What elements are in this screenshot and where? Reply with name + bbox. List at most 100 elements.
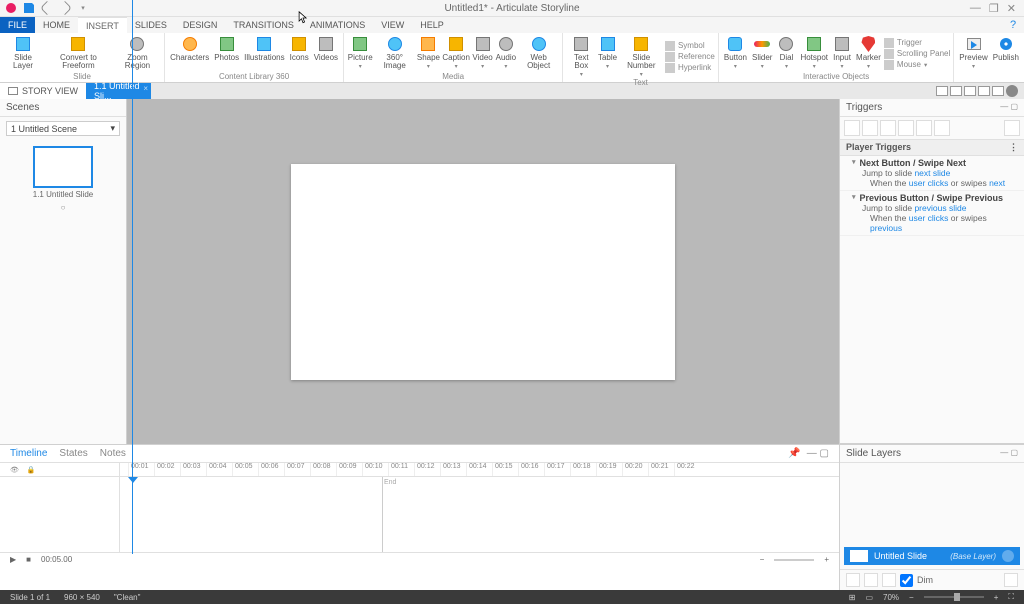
button-button[interactable]: Button▾ xyxy=(722,35,749,72)
text-box-button[interactable]: Text Box▾ xyxy=(566,35,596,78)
redo-button[interactable] xyxy=(58,1,72,15)
slide-layer-button[interactable]: Slide Layer xyxy=(3,35,43,72)
slide-number-button[interactable]: Slide Number▾ xyxy=(619,35,664,78)
save-button[interactable] xyxy=(22,1,36,15)
trg-down[interactable] xyxy=(916,120,932,136)
menu-help[interactable]: HELP xyxy=(412,17,452,33)
photos-button[interactable]: Photos xyxy=(212,35,241,72)
maximize-button[interactable]: ❐ xyxy=(989,2,999,15)
view-2[interactable] xyxy=(950,86,962,96)
sb-icon1[interactable]: ⊞ xyxy=(849,593,856,602)
menu-design[interactable]: DESIGN xyxy=(175,17,226,33)
symbol-button[interactable]: Symbol xyxy=(665,41,715,51)
trg-new[interactable] xyxy=(844,120,860,136)
tl-zoom-in[interactable]: + xyxy=(824,555,829,564)
trigger-prev[interactable]: Previous Button / Swipe Previous Jump to… xyxy=(840,191,1024,236)
layer-dup[interactable] xyxy=(864,573,878,587)
stop-button[interactable]: ■ xyxy=(26,555,31,564)
layer-gear-icon[interactable] xyxy=(1002,550,1014,562)
end-marker[interactable] xyxy=(382,477,383,552)
play-button[interactable]: ▶ xyxy=(10,555,16,564)
audio-button[interactable]: Audio▾ xyxy=(495,35,517,72)
zoom-slider[interactable] xyxy=(924,596,984,598)
layer-new[interactable] xyxy=(846,573,860,587)
tab-notes[interactable]: Notes xyxy=(100,448,126,459)
video-button[interactable]: Video▾ xyxy=(471,35,493,72)
preview-button[interactable]: Preview▾ xyxy=(957,35,989,72)
qat-dropdown[interactable]: ▾ xyxy=(76,1,90,15)
zoom-fit[interactable]: ⛶ xyxy=(1008,592,1014,602)
menu-slides[interactable]: SLIDES xyxy=(127,17,175,33)
view-3[interactable] xyxy=(964,86,976,96)
layer-settings[interactable] xyxy=(1004,573,1018,587)
picture-button[interactable]: Picture▾ xyxy=(347,35,373,72)
web-object-button[interactable]: Web Object xyxy=(518,35,559,72)
hyperlink-button[interactable]: Hyperlink xyxy=(665,63,715,73)
marker-button[interactable]: Marker▾ xyxy=(854,35,883,72)
eye-icon[interactable]: 👁 xyxy=(10,466,19,474)
minimize-button[interactable]: — xyxy=(970,2,981,15)
tab-timeline[interactable]: Timeline xyxy=(10,448,47,459)
view-5[interactable] xyxy=(992,86,1004,96)
zoom-in[interactable]: + xyxy=(994,593,999,602)
icons-button[interactable]: Icons xyxy=(288,35,311,72)
videos-button[interactable]: Videos xyxy=(312,35,340,72)
tl-zoom-slider[interactable] xyxy=(774,559,814,561)
menu-view[interactable]: VIEW xyxy=(373,17,412,33)
story-view-tab[interactable]: STORY VIEW xyxy=(0,83,86,99)
characters-button[interactable]: Characters xyxy=(168,35,211,72)
illustrations-button[interactable]: Illustrations xyxy=(242,35,286,72)
trg-vars[interactable] xyxy=(1004,120,1020,136)
trigger-next[interactable]: Next Button / Swipe Next Jump to slide n… xyxy=(840,156,1024,191)
undo-button[interactable] xyxy=(40,1,54,15)
trg-up[interactable] xyxy=(898,120,914,136)
sb-icon2[interactable]: ▭ xyxy=(865,593,873,602)
mouse-button[interactable]: Mouse ▾ xyxy=(884,60,950,70)
table-button[interactable]: Table▾ xyxy=(597,35,617,78)
base-layer-row[interactable]: Untitled Slide (Base Layer) xyxy=(844,547,1020,565)
status-slide: Slide 1 of 1 xyxy=(10,593,50,602)
view-settings-icon[interactable] xyxy=(1006,85,1018,97)
zoom-out[interactable]: − xyxy=(909,593,914,602)
layer-del[interactable] xyxy=(882,573,896,587)
trg-copy[interactable] xyxy=(862,120,878,136)
slide-thumbnail[interactable] xyxy=(33,146,93,188)
shape-button[interactable]: Shape▾ xyxy=(416,35,441,72)
trg-del[interactable] xyxy=(934,120,950,136)
trigger-button[interactable]: Trigger xyxy=(884,38,950,48)
view-1[interactable] xyxy=(936,86,948,96)
menu-file[interactable]: FILE xyxy=(0,17,35,33)
scrolling-panel-button[interactable]: Scrolling Panel xyxy=(884,49,950,59)
slider-button[interactable]: Slider▾ xyxy=(750,35,774,72)
input-button[interactable]: Input▾ xyxy=(831,35,853,72)
publish-button[interactable]: Publish xyxy=(991,35,1021,72)
convert-freeform-button[interactable]: Convert to Freeform xyxy=(44,35,113,72)
dim-checkbox[interactable] xyxy=(900,574,913,587)
lock-icon[interactable]: 🔒 xyxy=(27,466,36,474)
tl-zoom-out[interactable]: − xyxy=(760,555,765,564)
image360-button[interactable]: 360° Image xyxy=(374,35,415,72)
timeline-body[interactable]: End xyxy=(0,477,839,552)
menu-home[interactable]: HOME xyxy=(35,17,78,33)
dial-button[interactable]: Dial▾ xyxy=(775,35,797,72)
close-tab-icon[interactable]: × xyxy=(143,84,148,93)
tl-pin-icon[interactable]: 📌 xyxy=(788,448,800,459)
menu-insert[interactable]: INSERT xyxy=(78,17,127,33)
menu-transitions[interactable]: TRANSITIONS xyxy=(225,17,302,33)
zoom-region-button[interactable]: Zoom Region xyxy=(114,35,161,72)
caption-button[interactable]: Caption▾ xyxy=(442,35,471,72)
tl-menu-icon[interactable]: — ▢ xyxy=(807,448,829,459)
slide-canvas[interactable] xyxy=(291,164,675,380)
view-4[interactable] xyxy=(978,86,990,96)
menu-animations[interactable]: ANIMATIONS xyxy=(302,17,373,33)
close-button[interactable]: ✕ xyxy=(1007,2,1016,15)
help-icon[interactable]: ? xyxy=(1008,17,1024,33)
hotspot-button[interactable]: Hotspot▾ xyxy=(798,35,830,72)
trg-paste[interactable] xyxy=(880,120,896,136)
scene-select[interactable]: 1 Untitled Scene▾ xyxy=(6,121,120,136)
slide-tab[interactable]: 1.1 Untitled Sli...× xyxy=(86,83,151,99)
prev-slide-link[interactable]: previous slide xyxy=(914,203,966,213)
next-slide-link[interactable]: next slide xyxy=(914,168,950,178)
tab-states[interactable]: States xyxy=(59,448,87,459)
reference-button[interactable]: Reference xyxy=(665,52,715,62)
